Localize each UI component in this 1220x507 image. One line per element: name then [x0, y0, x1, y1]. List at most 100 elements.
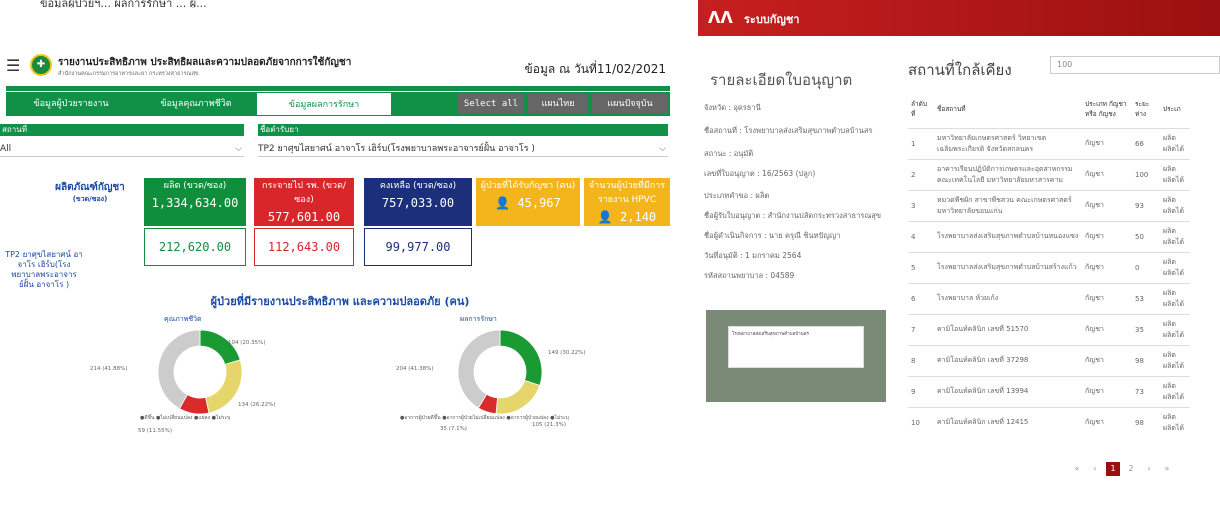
place-filter-select[interactable]: All ⌵ [0, 141, 244, 157]
info-status: สถานะ : อนุมัติ [704, 149, 754, 158]
place-filter-value: All [0, 144, 12, 154]
slice-label: 35 (7.1%) [440, 426, 468, 432]
table-header-row: ลำดับ ที่ ชื่อสถานที่ ประเภท กัญชา หรือ … [908, 90, 1190, 128]
remaining-value: 99,977.00 [364, 228, 472, 266]
page-2-button[interactable]: 2 [1124, 462, 1138, 476]
first-page-button[interactable]: « [1070, 462, 1084, 476]
thai-medicine-button[interactable]: แผนไทย [528, 94, 588, 114]
col-category: ประเภ [1163, 104, 1181, 113]
donut-slice [457, 329, 501, 409]
cell-type: กัญชา [1082, 406, 1132, 438]
table-row[interactable]: 9 คามิโอนท์คลินิก เลขที่ 13994 กัญชา 73 ผลิต… [908, 375, 1190, 407]
table-row[interactable]: 5 โรงพยาบาลส่งเสริมสุขภาพตำบลบ้านสร้างแก้… [908, 251, 1190, 283]
slice-label: 149 (30.22%) [548, 350, 586, 356]
chart2-legend: ●อาการผู้ป่วยดีขึ้น ●อาการผู้ป่วยไม่เปลี… [400, 415, 569, 421]
cell-category: ผลิต ผลิตได้ [1160, 375, 1190, 407]
info-place: ชื่อสถานที่ : โรงพยาบาลส่งเสริมสุขภาพตำบ… [704, 126, 873, 135]
license-heading: รายละเอียดใบอนุญาต [710, 71, 853, 89]
cell-type: กัญชา [1082, 158, 1132, 190]
quality-of-life-donut [157, 329, 243, 415]
slice-label: 105 (21.3%) [532, 422, 567, 428]
cell-category: ผลิต ผลิตได้ [1160, 406, 1190, 438]
pagination: « ‹ 1 2 › » [1068, 462, 1176, 476]
moph-logo-icon: ✚ [30, 54, 52, 76]
next-page-button[interactable]: › [1142, 462, 1156, 476]
info-province: จังหวัด : อุดรธานี [704, 103, 761, 112]
cell-no: 1 [908, 127, 934, 159]
cell-no: 8 [908, 344, 934, 376]
drug-filter-value: TP2 ยาศุขไสยาศน์ อาจาโร เฮิร์บ(โรงพยาบาล… [258, 144, 535, 154]
cell-category: ผลิต ผลิตได้ [1160, 220, 1190, 252]
cell-name: หมวดพืชผัก สาขาพืชสวน คณะเกษตรศาสตร์ มหา… [934, 189, 1082, 221]
table-row[interactable]: 1 มหาวิทยาลัยเกษตรศาสตร์ วิทยาเขตเฉลิมพระ… [908, 127, 1190, 159]
donut-slice [205, 359, 243, 414]
cell-distance: 98 [1132, 344, 1160, 376]
drug-filter-select[interactable]: TP2 ยาศุขไสยาศน์ อาจาโร เฮิร์บ(โรงพยาบาล… [258, 141, 668, 157]
cell-no: 5 [908, 251, 934, 283]
cell-distance: 93 [1132, 189, 1160, 221]
drug-row-label: TP2 ยาศุขไสยาศน์ อาจาโร เฮิร์บ(โรงพยาบาล… [5, 250, 83, 289]
page-1-button[interactable]: 1 [1106, 462, 1120, 476]
table-row[interactable]: 4 โรงพยาบาลส่งเสริมสุขภาพตำบลบ้านหนองแซงก… [908, 220, 1190, 252]
cannabis-system-panel: ᐱᐱ ระบบกัญชา รายละเอียดใบอนุญาต สถานที่ใ… [698, 0, 1220, 507]
app-logo-icon: ᐱᐱ [708, 8, 733, 27]
card-value: 1,334,634.00 [151, 196, 239, 210]
page-title: รายงานประสิทธิภาพ ประสิทธิผลและความปลอดภ… [58, 57, 352, 68]
cell-name: โรงพยาบาล ห้วยเก้ง [934, 282, 1082, 314]
slice-label: 214 (41.88%) [90, 366, 128, 372]
distributed-value: 112,643.00 [254, 228, 354, 266]
cell-name: โรงพยาบาลส่งเสริมสุขภาพตำบลบ้านสร้างแก้ว [934, 251, 1082, 283]
table-row[interactable]: 3 หมวดพืชผัก สาขาพืชสวน คณะเกษตรศาสตร์ มห… [908, 189, 1190, 221]
col-no: ลำดับ ที่ [911, 99, 927, 118]
slice-label: 204 (41.38%) [396, 366, 434, 372]
table-row[interactable]: 7 คามิโอนท์คลินิก เลขที่ 51570 กัญชา 35 ผลิต… [908, 313, 1190, 345]
tab-treatment-result[interactable]: ข้อมูลผลการรักษา [256, 92, 392, 116]
table-row[interactable]: 6 โรงพยาบาล ห้วยเก้ง กัญชา 53 ผลิต ผลิตได้ [908, 282, 1190, 314]
cell-no: 2 [908, 158, 934, 190]
slice-label: 134 (26.22%) [238, 402, 276, 408]
cell-category: ผลิต ผลิตได้ [1160, 251, 1190, 283]
cell-type: กัญชา [1082, 127, 1132, 159]
info-operator: ชื่อผู้ดำเนินกิจการ : นาย ครุณี ชินทปัญญ… [704, 231, 841, 240]
chevron-down-icon: ⌵ [659, 144, 666, 154]
tab-patient-report[interactable]: ข้อมูลผู้ป่วยรายงาน [6, 92, 136, 116]
cell-name: คามิโอนท์คลินิก เลขที่ 51570 [934, 313, 1082, 345]
cell-category: ผลิต ผลิตได้ [1160, 282, 1190, 314]
cell-distance: 66 [1132, 127, 1160, 159]
app-title: ระบบกัญชา [744, 13, 800, 26]
cell-distance: 50 [1132, 220, 1160, 252]
dashboard-panel: ข้อมูลผู้ป่วยฯ... ผลการรักษา ... ผู้... … [0, 0, 680, 507]
tab-quality-of-life[interactable]: ข้อมูลคุณภาพชีวิต [140, 92, 252, 116]
table-row[interactable]: 2 อาคารเรียนปฏิบัติการเกษตรและอุตสาหกรรม … [908, 158, 1190, 190]
cell-distance: 35 [1132, 313, 1160, 345]
cell-no: 4 [908, 220, 934, 252]
cell-type: กัญชา [1082, 189, 1132, 221]
produced-card: ผลิต (ขวด/ซอง) 1,334,634.00 [144, 178, 246, 226]
table-row[interactable]: 10 คามิโอนท์คลินิก เลขที่ 12415 กัญชา 98 ผลิ… [908, 406, 1190, 438]
cell-name: คามิโอนท์คลินิก เลขที่ 12415 [934, 406, 1082, 438]
select-all-button[interactable]: Select all [458, 94, 524, 114]
table-row[interactable]: 8 คามิโอนท์คลินิก เลขที่ 37298 กัญชา 98 ผลิต… [908, 344, 1190, 376]
prev-page-button[interactable]: ‹ [1088, 462, 1102, 476]
cell-category: ผลิต ผลิตได้ [1160, 313, 1190, 345]
modern-medicine-button[interactable]: แผนปัจจุบัน [592, 94, 668, 114]
slice-label: 59 (11.55%) [138, 428, 173, 434]
cell-type: กัญชา [1082, 344, 1132, 376]
last-page-button[interactable]: » [1160, 462, 1174, 476]
cell-category: ผลิต ผลิตได้ [1160, 158, 1190, 190]
header-divider [6, 86, 670, 91]
cell-no: 7 [908, 313, 934, 345]
hamburger-menu-icon[interactable]: ☰ [6, 56, 20, 75]
data-date: ข้อมูล ณ วันที่11/02/2021 [524, 62, 666, 76]
map-popup[interactable]: โรงพยาบาลส่งเสริมสุขภาพตำบลบ้านสร [728, 326, 864, 368]
col-distance: ระยะ ห่าง [1135, 99, 1150, 118]
cell-type: กัญชา [1082, 375, 1132, 407]
person-icon: 👤 [495, 196, 518, 210]
card-label: กระจายไป รพ. (ขวด/ซอง) [262, 181, 346, 205]
cell-type: กัญชา [1082, 251, 1132, 283]
chart1-legend: ●ดีขึ้น ●ไม่เปลี่ยนแปลง ●แย่ลง ●ไม่ระบุ [140, 415, 231, 421]
cell-no: 9 [908, 375, 934, 407]
info-license-number: เลขที่ใบอนุญาต : 16/2563 (ปลูก) [704, 169, 816, 178]
radius-input[interactable]: 100 [1050, 56, 1220, 74]
location-map[interactable]: โรงพยาบาลส่งเสริมสุขภาพตำบลบ้านสร [706, 310, 886, 402]
